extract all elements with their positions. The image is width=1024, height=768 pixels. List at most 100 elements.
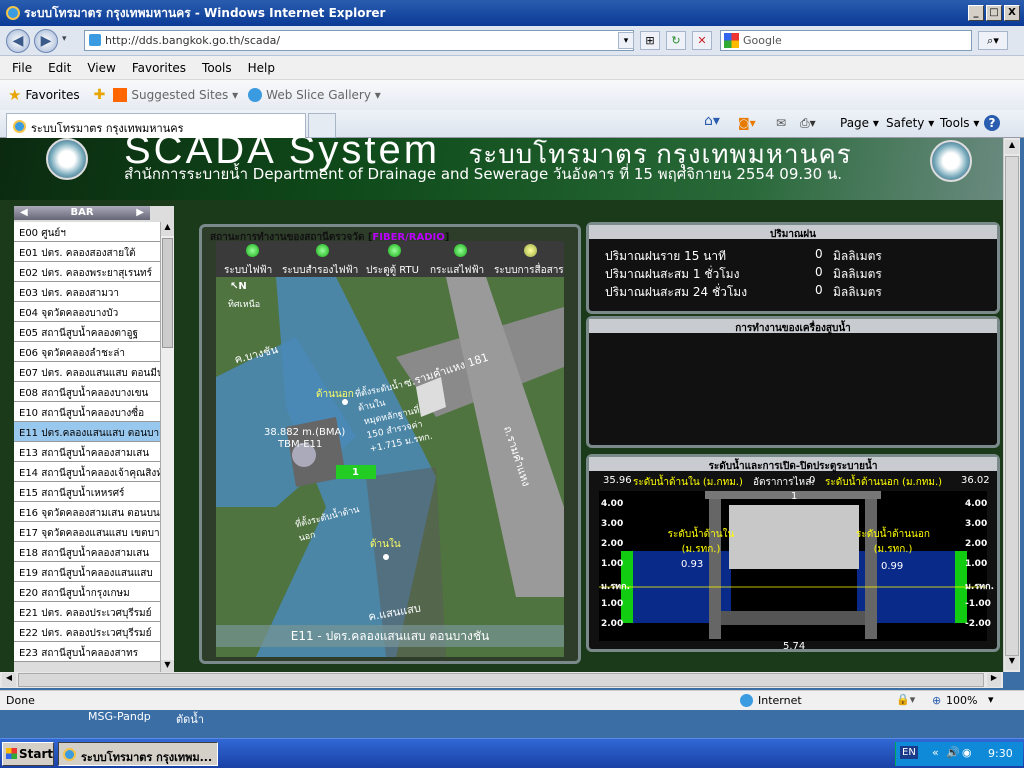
station-list-item[interactable]: E16 จุดวัดคลองสามเสน ตอนบน bbox=[14, 502, 160, 522]
menu-tools[interactable]: Tools bbox=[202, 61, 232, 75]
system-tray: EN « 🔊 ◉ 9:30 bbox=[895, 742, 1023, 766]
tray-expand-icon[interactable]: « bbox=[932, 746, 939, 759]
back-button[interactable]: ◀ bbox=[6, 29, 30, 53]
water-level-panel: ระดับน้ำและการเปิด-ปิดประตูระบายน้ำ 35.9… bbox=[586, 454, 1000, 652]
network-icon[interactable]: ◉ bbox=[962, 746, 972, 759]
level-axis-tick: 2.00 bbox=[601, 619, 624, 629]
station-list-item[interactable]: E06 จุดวัดคลองลำชะล่า bbox=[14, 342, 160, 362]
station-list-item[interactable]: E11 ปตร.คลองแสนแสบ ตอนบางชัน bbox=[14, 422, 160, 442]
zoom-dropdown[interactable]: ▾ bbox=[988, 693, 994, 706]
map-north-label: ทิศเหนือ bbox=[228, 300, 261, 310]
web-slice-gallery-link[interactable]: Web Slice Gallery ▾ bbox=[266, 88, 381, 102]
stop-icon[interactable]: ✕ bbox=[692, 31, 712, 50]
help-icon[interactable]: ? bbox=[984, 115, 1000, 131]
new-tab-button[interactable] bbox=[308, 113, 336, 138]
station-list-item[interactable]: E13 สถานีสูบน้ำคลองสามเสน bbox=[14, 442, 160, 462]
page-hscroll-thumb[interactable] bbox=[18, 673, 984, 687]
level-axis-tick: 4.00 bbox=[601, 499, 624, 509]
desktop-icon-label-2[interactable]: ตัดน้ำ bbox=[176, 710, 204, 728]
station-list-item[interactable]: E07 ปตร. คลองแสนแสบ ตอนมีนบุรี bbox=[14, 362, 160, 382]
menu-help[interactable]: Help bbox=[248, 61, 275, 75]
protected-mode-icon[interactable]: 🔒▾ bbox=[896, 693, 915, 706]
scroll-down-icon[interactable]: ▼ bbox=[161, 660, 174, 672]
scroll-thumb[interactable] bbox=[162, 238, 173, 348]
close-button[interactable]: X bbox=[1004, 5, 1020, 21]
station-list-item[interactable]: E05 สถานีสูบน้ำคลองตาอูฐ bbox=[14, 322, 160, 342]
forward-button[interactable]: ▶ bbox=[34, 29, 58, 53]
scada-subtitle: สำนักการระบายน้ำ Department of Drainage … bbox=[124, 165, 843, 183]
station-list-item[interactable]: E03 ปตร. คลองสามวา bbox=[14, 282, 160, 302]
station-list-item[interactable]: E20 สถานีสูบน้ำกรุงเกษม bbox=[14, 582, 160, 602]
suggested-sites-link[interactable]: Suggested Sites ▾ bbox=[131, 88, 238, 102]
favorites-button[interactable]: Favorites bbox=[25, 88, 79, 102]
feeds-icon[interactable]: ◙▾ bbox=[738, 116, 756, 130]
station-list-item[interactable]: E17 จุดวัดคลองแสนแสบ เขตบางกะปิ bbox=[14, 522, 160, 542]
station-list-item[interactable]: E00 ศูนย์ฯ bbox=[14, 222, 160, 242]
station-list-scrollbar[interactable]: ▲ ▼ bbox=[160, 222, 174, 672]
print-icon[interactable]: ⎙▾ bbox=[800, 116, 816, 131]
station-list-item[interactable]: E15 สถานีสูบน้ำเหหรศร์ bbox=[14, 482, 160, 502]
station-list-item[interactable]: E18 สถานีสูบน้ำคลองสามเสน bbox=[14, 542, 160, 562]
mail-icon[interactable]: ✉ bbox=[776, 116, 786, 130]
maximize-button[interactable]: □ bbox=[986, 5, 1002, 21]
station-list-item[interactable]: E10 สถานีสูบน้ำคลองบางซื่อ bbox=[14, 402, 160, 422]
bar-selector[interactable]: ◀ BAR ▶ bbox=[14, 206, 150, 220]
refresh-icon[interactable]: ↻ bbox=[666, 31, 686, 50]
safety-menu[interactable]: Safety ▾ bbox=[886, 116, 934, 130]
url-dropdown-button[interactable]: ▾ bbox=[618, 32, 634, 49]
level-axis-tick: 3.00 bbox=[601, 519, 624, 529]
recent-pages-icon[interactable]: ▾ bbox=[62, 34, 67, 44]
menu-file[interactable]: File bbox=[12, 61, 32, 75]
tab-scada[interactable]: ระบบโทรมาตร กรุงเทพมหานคร bbox=[6, 113, 306, 138]
compat-view-icon[interactable]: ⊞ bbox=[640, 31, 660, 50]
home-icon[interactable]: ⌂▾ bbox=[704, 113, 720, 129]
menu-view[interactable]: View bbox=[87, 61, 115, 75]
page-menu[interactable]: Page ▾ bbox=[840, 116, 879, 130]
backup-power-status-icon bbox=[316, 244, 329, 257]
search-button[interactable]: ⌕▾ bbox=[978, 31, 1008, 50]
taskbar-ie-window[interactable]: ระบบโทรมาตร กรุงเทพม... bbox=[58, 742, 218, 766]
menu-favorites[interactable]: Favorites bbox=[132, 61, 186, 75]
page-scroll-up-icon[interactable]: ▲ bbox=[1005, 140, 1019, 154]
minimize-button[interactable]: _ bbox=[968, 5, 984, 21]
rain-row-unit: มิลลิเมตร bbox=[833, 267, 882, 281]
search-input[interactable]: Google bbox=[720, 30, 972, 51]
rain-row-value: 0 bbox=[815, 247, 823, 261]
search-placeholder: Google bbox=[743, 34, 782, 47]
station-list-item[interactable]: E02 ปตร. คลองพระยาสุเรนทร์ bbox=[14, 262, 160, 282]
rain-row-label: ปริมาณฝนสะสม 24 ชั่วโมง bbox=[605, 285, 748, 299]
start-button[interactable]: Start bbox=[2, 742, 54, 766]
bar-next-icon[interactable]: ▶ bbox=[136, 206, 144, 220]
language-indicator[interactable]: EN bbox=[900, 746, 918, 759]
zoom-level[interactable]: 100% bbox=[946, 694, 977, 707]
station-list-item[interactable]: E08 สถานีสูบน้ำคลองบางเขน bbox=[14, 382, 160, 402]
station-list-item[interactable]: E14 สถานีสูบน้ำคลองเจ้าคุณสิงห์ bbox=[14, 462, 160, 482]
station-list-item[interactable]: E22 ปตร. คลองประเวศบุรีรมย์ bbox=[14, 622, 160, 642]
station-list-item[interactable]: E23 สถานีสูบน้ำคลองสาทร bbox=[14, 642, 160, 662]
page-scroll-thumb[interactable] bbox=[1005, 156, 1019, 656]
power-status-icon bbox=[246, 244, 259, 257]
page-vertical-scrollbar[interactable]: ▲ ▼ bbox=[1003, 138, 1020, 672]
bar-prev-icon[interactable]: ◀ bbox=[20, 206, 28, 220]
tools-menu[interactable]: Tools ▾ bbox=[940, 116, 979, 130]
station-list-item[interactable]: E19 สถานีสูบน้ำคลองแสนแสบ bbox=[14, 562, 160, 582]
map-label-bm: 38.882 m.(BMA) bbox=[264, 427, 346, 438]
url-field[interactable]: http://dds.bangkok.go.th/scada/ bbox=[84, 30, 634, 51]
add-favorites-icon[interactable]: ✚ bbox=[94, 87, 106, 103]
map-footer-label: E11 - ปตร.คลองแสนแสบ ตอนบางชัน bbox=[216, 625, 564, 647]
google-icon bbox=[724, 33, 739, 48]
volume-icon[interactable]: 🔊 bbox=[946, 746, 960, 759]
page-scroll-down-icon[interactable]: ▼ bbox=[1005, 656, 1019, 670]
level-axis-tick: 2.00 bbox=[601, 539, 624, 549]
station-list-item[interactable]: E04 จุดวัดคลองบางบัว bbox=[14, 302, 160, 322]
page-scroll-right-icon[interactable]: ▶ bbox=[987, 673, 1001, 687]
page-horizontal-scrollbar[interactable]: ◀ ▶ bbox=[0, 672, 1003, 688]
menu-edit[interactable]: Edit bbox=[48, 61, 71, 75]
station-list-item[interactable]: E21 ปตร. คลองประเวศบุรีรมย์ bbox=[14, 602, 160, 622]
zoom-icon[interactable]: ⊕ bbox=[932, 694, 941, 707]
desktop-icon-label-1[interactable]: MSG-Pandp bbox=[88, 710, 151, 723]
station-list-item[interactable]: E01 ปตร. คลองสองสายใต้ bbox=[14, 242, 160, 262]
out-level-value: 0.99 bbox=[881, 561, 904, 572]
page-scroll-left-icon[interactable]: ◀ bbox=[2, 673, 16, 687]
scroll-up-icon[interactable]: ▲ bbox=[161, 222, 174, 236]
